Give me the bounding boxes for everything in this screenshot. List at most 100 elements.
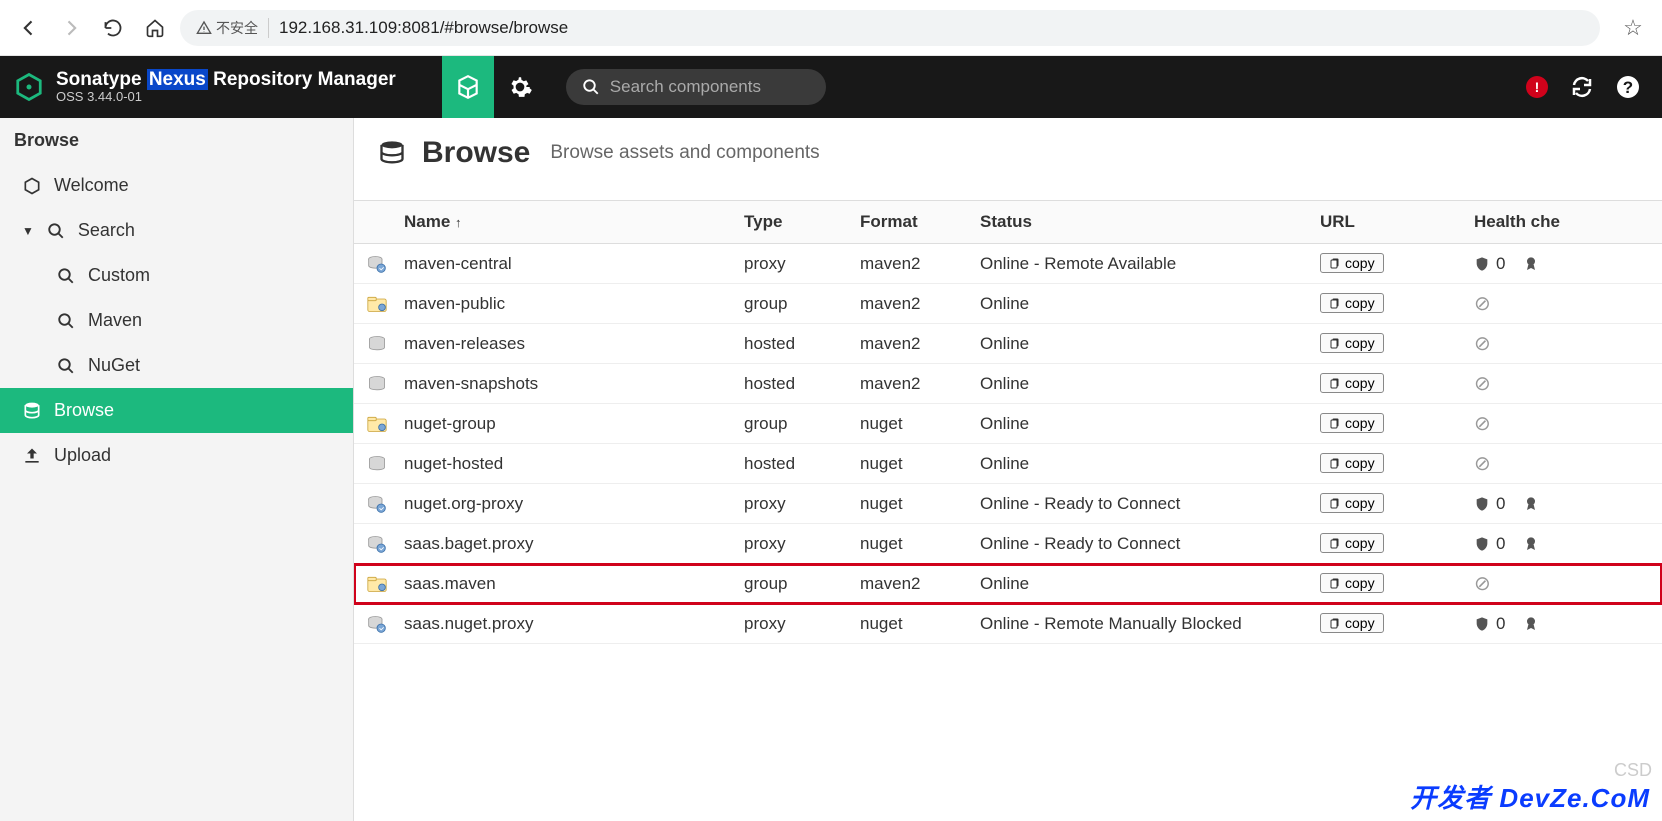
col-type[interactable]: Type	[744, 212, 860, 232]
sort-ascending-icon: ↑	[455, 215, 462, 230]
ban-icon: ⊘	[1474, 413, 1491, 435]
repo-type-icon	[354, 374, 400, 394]
copy-url-button[interactable]: copy	[1320, 253, 1384, 273]
repo-type-icon	[354, 575, 400, 593]
repo-name: saas.maven	[400, 574, 744, 594]
copy-url-button[interactable]: copy	[1320, 493, 1384, 513]
table-row[interactable]: saas.nuget.proxyproxynugetOnline - Remot…	[354, 604, 1662, 644]
copy-url-button[interactable]: copy	[1320, 453, 1384, 473]
nav-item-maven[interactable]: Maven	[0, 298, 353, 343]
nav-item-nuget[interactable]: NuGet	[0, 343, 353, 388]
repo-status: Online - Remote Available	[980, 254, 1320, 274]
nav-label: Search	[78, 220, 135, 241]
browse-mode-button[interactable]	[442, 56, 494, 118]
table-row[interactable]: maven-centralproxymaven2Online - Remote …	[354, 244, 1662, 284]
repo-type: proxy	[744, 614, 860, 634]
sidebar-title: Browse	[0, 118, 353, 163]
table-row[interactable]: saas.mavengroupmaven2Onlinecopy⊘	[354, 564, 1662, 604]
medal-icon	[1523, 254, 1539, 274]
repo-type-icon	[354, 454, 400, 474]
ban-icon: ⊘	[1474, 453, 1491, 475]
copy-url-button[interactable]: copy	[1320, 293, 1384, 313]
nav-item-custom[interactable]: Custom	[0, 253, 353, 298]
repo-health: ⊘	[1470, 571, 1662, 596]
repo-type: proxy	[744, 494, 860, 514]
table-row[interactable]: maven-releaseshostedmaven2Onlinecopy⊘	[354, 324, 1662, 364]
refresh-button[interactable]	[1570, 75, 1594, 99]
table-header: Name ↑ Type Format Status URL Health che	[354, 200, 1662, 244]
table-row[interactable]: nuget-hostedhostednugetOnlinecopy⊘	[354, 444, 1662, 484]
brand: Sonatype Nexus Repository Manager OSS 3.…	[0, 69, 410, 106]
repo-type: hosted	[744, 374, 860, 394]
alert-badge[interactable]: !	[1526, 76, 1548, 98]
repo-name: maven-public	[400, 294, 744, 314]
repo-name: maven-releases	[400, 334, 744, 354]
repo-health: ⊘	[1470, 451, 1662, 476]
bookmark-star-icon[interactable]: ☆	[1616, 15, 1650, 41]
nav-item-search[interactable]: ▼ Search	[0, 208, 353, 253]
col-url[interactable]: URL	[1320, 212, 1470, 232]
repo-format: nuget	[860, 454, 980, 474]
col-format[interactable]: Format	[860, 212, 980, 232]
search-input[interactable]: Search components	[566, 69, 826, 105]
copy-url-button[interactable]: copy	[1320, 413, 1384, 433]
search-placeholder: Search components	[610, 77, 761, 97]
nav-label: Maven	[88, 310, 142, 331]
url-text: 192.168.31.109:8081/#browse/browse	[279, 18, 568, 38]
address-bar[interactable]: 不安全 192.168.31.109:8081/#browse/browse	[180, 10, 1600, 46]
search-icon	[56, 312, 76, 330]
col-status[interactable]: Status	[980, 212, 1320, 232]
repo-type-icon	[354, 415, 400, 433]
repo-status: Online	[980, 374, 1320, 394]
medal-icon	[1523, 614, 1539, 634]
search-icon	[46, 222, 66, 240]
repo-health: 0	[1470, 254, 1662, 274]
repo-name: maven-central	[400, 254, 744, 274]
upload-icon	[22, 446, 42, 466]
copy-url-button[interactable]: copy	[1320, 573, 1384, 593]
insecure-icon: 不安全	[196, 18, 258, 38]
browser-toolbar: 不安全 192.168.31.109:8081/#browse/browse ☆	[0, 0, 1662, 56]
medal-icon	[1523, 534, 1539, 554]
forward-button[interactable]	[54, 11, 88, 45]
copy-url-button[interactable]: copy	[1320, 333, 1384, 353]
help-button[interactable]: ?	[1616, 75, 1640, 99]
shield-icon: 0	[1474, 494, 1505, 514]
copy-url-button[interactable]: copy	[1320, 613, 1384, 633]
reload-button[interactable]	[96, 11, 130, 45]
table-row[interactable]: maven-snapshotshostedmaven2Onlinecopy⊘	[354, 364, 1662, 404]
repo-format: nuget	[860, 414, 980, 434]
search-icon	[56, 357, 76, 375]
repo-health: ⊘	[1470, 411, 1662, 436]
table-row[interactable]: nuget-groupgroupnugetOnlinecopy⊘	[354, 404, 1662, 444]
table-row[interactable]: nuget.org-proxyproxynugetOnline - Ready …	[354, 484, 1662, 524]
nav-item-browse[interactable]: Browse	[0, 388, 353, 433]
back-button[interactable]	[12, 11, 46, 45]
nav-label: Custom	[88, 265, 150, 286]
repo-status: Online - Ready to Connect	[980, 534, 1320, 554]
nav-label: Welcome	[54, 175, 129, 196]
repo-type: group	[744, 414, 860, 434]
shield-icon: 0	[1474, 534, 1505, 554]
ban-icon: ⊘	[1474, 373, 1491, 395]
admin-gear-button[interactable]	[494, 74, 546, 100]
nav-item-welcome[interactable]: Welcome	[0, 163, 353, 208]
copy-url-button[interactable]: copy	[1320, 373, 1384, 393]
repo-status: Online	[980, 334, 1320, 354]
home-button[interactable]	[138, 11, 172, 45]
repo-type: proxy	[744, 254, 860, 274]
repo-type: proxy	[744, 534, 860, 554]
col-name[interactable]: Name ↑	[400, 212, 744, 232]
brand-version: OSS 3.44.0-01	[56, 90, 396, 105]
search-icon	[582, 78, 600, 96]
sidebar: Browse Welcome▼SearchCustomMavenNuGetBro…	[0, 118, 354, 821]
repo-status: Online	[980, 454, 1320, 474]
col-health[interactable]: Health che	[1470, 212, 1662, 232]
table-row[interactable]: saas.baget.proxyproxynugetOnline - Ready…	[354, 524, 1662, 564]
table-row[interactable]: maven-publicgroupmaven2Onlinecopy⊘	[354, 284, 1662, 324]
ban-icon: ⊘	[1474, 293, 1491, 315]
nav-item-upload[interactable]: Upload	[0, 433, 353, 478]
repo-health: 0	[1470, 534, 1662, 554]
caret-down-icon: ▼	[22, 224, 34, 238]
copy-url-button[interactable]: copy	[1320, 533, 1384, 553]
